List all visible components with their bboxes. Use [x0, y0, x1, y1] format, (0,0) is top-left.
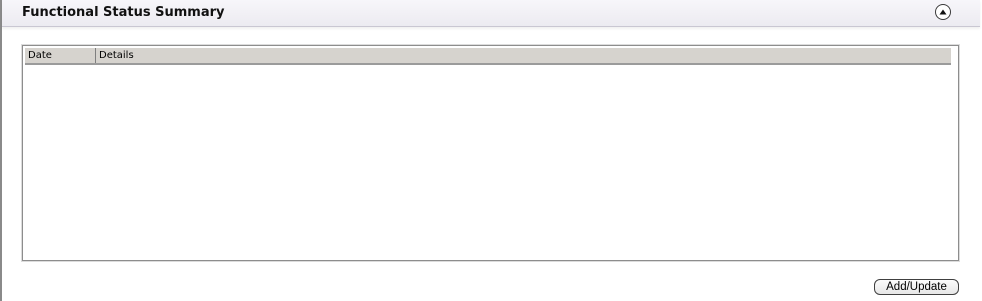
panel-header: Functional Status Summary: [2, 0, 980, 27]
grid-header-row: Date Details: [25, 48, 951, 65]
collapse-button[interactable]: [935, 4, 951, 20]
column-header-details[interactable]: Details: [96, 48, 951, 63]
chevron-up-icon: [939, 9, 947, 15]
grid-viewport: Date Details: [25, 48, 951, 258]
add-update-button[interactable]: Add/Update: [874, 279, 959, 295]
column-header-date[interactable]: Date: [25, 48, 96, 63]
panel-title: Functional Status Summary: [22, 5, 225, 20]
window-left-border: [0, 0, 2, 301]
grid-body: [25, 65, 951, 258]
functional-status-grid[interactable]: Date Details: [22, 45, 959, 261]
